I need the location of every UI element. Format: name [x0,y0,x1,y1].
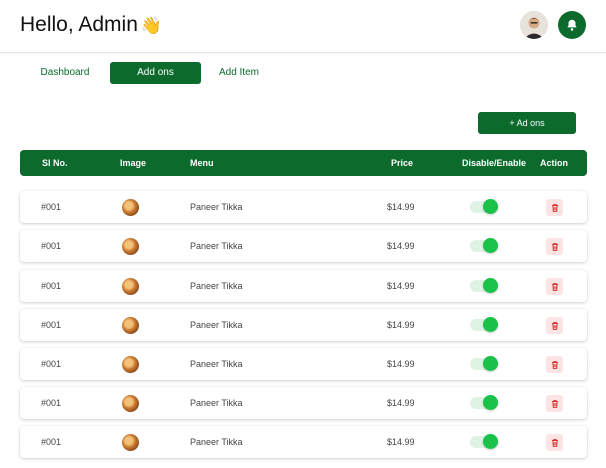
delete-button[interactable] [546,395,563,412]
table-row: #001 Paneer Tikka $14.99 [20,387,587,419]
food-thumbnail [122,199,139,216]
tab-bar: Dashboard Add ons Add Item [0,62,606,84]
row-id: #001 [41,241,62,251]
tab-dashboard[interactable]: Dashboard [29,62,101,84]
row-price: $14.99 [387,437,415,447]
delete-button[interactable] [546,199,563,216]
trash-icon [551,282,558,291]
food-thumbnail [122,317,139,334]
food-thumbnail [122,395,139,412]
bell-icon [567,19,577,31]
delete-button[interactable] [546,356,563,373]
row-price: $14.99 [387,281,415,291]
table-header: Sl No. Image Menu Price Disable/Enable A… [20,150,587,176]
user-avatar[interactable] [520,11,548,39]
tab-add-item[interactable]: Add Item [206,62,272,84]
table-row: #001 Paneer Tikka $14.99 [20,230,587,262]
delete-button[interactable] [546,434,563,451]
table-row: #001 Paneer Tikka $14.99 [20,191,587,223]
column-action: Action [540,158,568,168]
add-addon-label: + Ad ons [509,118,545,128]
row-price: $14.99 [387,241,415,251]
trash-icon [551,203,558,212]
row-id: #001 [41,320,62,330]
row-price: $14.99 [387,359,415,369]
wave-emoji: 👋 [140,16,163,35]
column-price: Price [391,158,414,168]
column-image: Image [120,158,147,168]
table-row: #001 Paneer Tikka $14.99 [20,270,587,302]
row-id: #001 [41,437,62,447]
page-greeting: Hello, Admin 👋 [20,13,162,37]
food-thumbnail [122,238,139,255]
food-thumbnail [122,434,139,451]
row-menu: Paneer Tikka [190,241,243,251]
trash-icon [551,242,558,251]
row-menu: Paneer Tikka [190,320,243,330]
column-menu: Menu [190,158,214,168]
delete-button[interactable] [546,278,563,295]
avatar-icon [520,11,548,39]
toggle-knob[interactable] [483,317,498,332]
row-menu: Paneer Tikka [190,437,243,447]
toggle-knob[interactable] [483,238,498,253]
food-thumbnail [122,278,139,295]
food-thumbnail [122,356,139,373]
row-menu: Paneer Tikka [190,359,243,369]
delete-button[interactable] [546,317,563,334]
delete-button[interactable] [546,238,563,255]
add-addon-button[interactable]: + Ad ons [478,112,576,134]
trash-icon [551,360,558,369]
greeting-text: Hello, Admin [20,13,138,36]
row-menu: Paneer Tikka [190,202,243,212]
notifications-button[interactable] [558,11,586,39]
row-menu: Paneer Tikka [190,398,243,408]
row-id: #001 [41,359,62,369]
row-price: $14.99 [387,202,415,212]
toggle-knob[interactable] [483,395,498,410]
toggle-knob[interactable] [483,199,498,214]
table-row: #001 Paneer Tikka $14.99 [20,309,587,341]
top-bar: Hello, Admin 👋 [0,0,606,53]
row-id: #001 [41,398,62,408]
tab-add-ons[interactable]: Add ons [110,62,201,84]
toggle-knob[interactable] [483,356,498,371]
row-id: #001 [41,202,62,212]
trash-icon [551,399,558,408]
toggle-knob[interactable] [483,278,498,293]
column-disable-enable: Disable/Enable [462,158,527,168]
column-sl-no: Sl No. [42,158,68,168]
row-id: #001 [41,281,62,291]
trash-icon [551,321,558,330]
table-row: #001 Paneer Tikka $14.99 [20,426,587,458]
toggle-knob[interactable] [483,434,498,449]
row-menu: Paneer Tikka [190,281,243,291]
row-price: $14.99 [387,320,415,330]
table-row: #001 Paneer Tikka $14.99 [20,348,587,380]
row-price: $14.99 [387,398,415,408]
trash-icon [551,438,558,447]
